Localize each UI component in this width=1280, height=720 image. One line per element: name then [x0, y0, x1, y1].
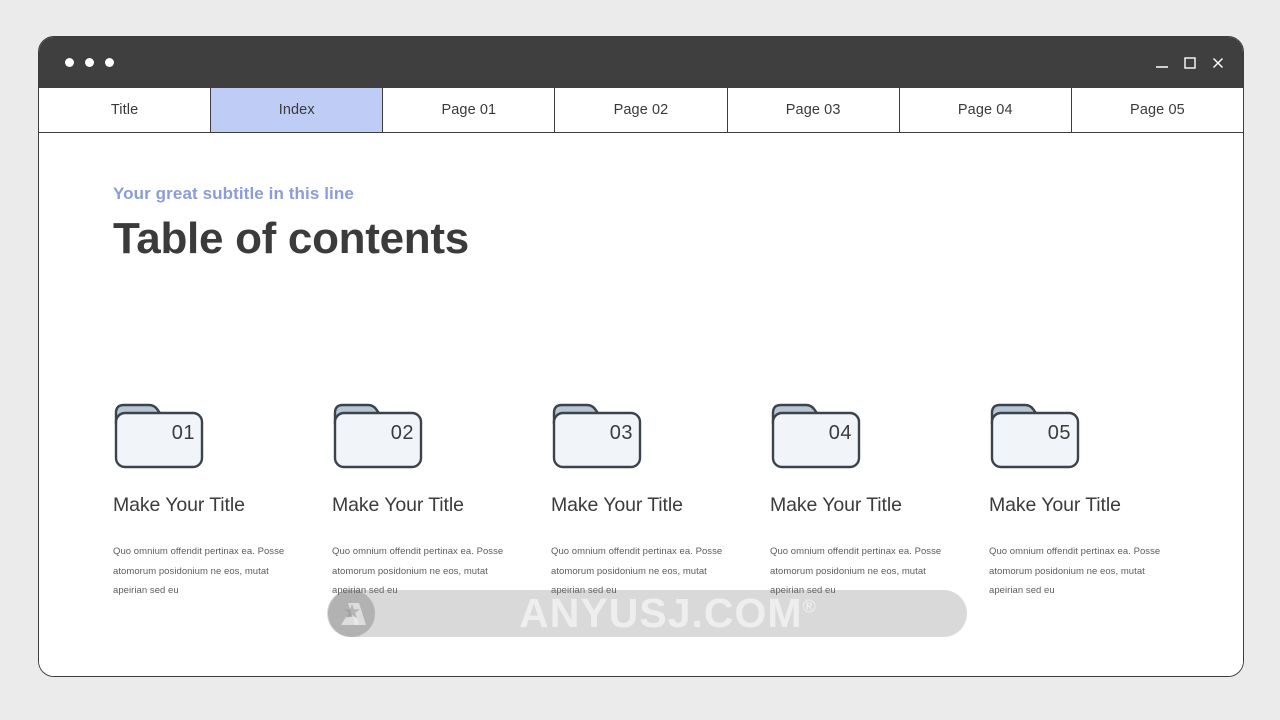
contents-item-04[interactable]: 04 Make Your Title Quo omnium offendit p… [770, 400, 989, 601]
item-body: Quo omnium offendit pertinax ea. Posse a… [332, 546, 504, 597]
window-controls [1153, 54, 1227, 72]
maximize-icon[interactable] [1181, 54, 1199, 72]
folder-icon: 01 [113, 400, 205, 471]
folder-icon: 02 [332, 400, 424, 471]
contents-item-03[interactable]: 03 Make Your Title Quo omnium offendit p… [551, 400, 770, 601]
traffic-dot-3-icon[interactable] [105, 58, 114, 67]
folder-icon: 05 [989, 400, 1081, 471]
item-title: Make Your Title [113, 494, 245, 516]
tab-page-05[interactable]: Page 05 [1071, 88, 1243, 132]
item-body: Quo omnium offendit pertinax ea. Posse a… [989, 546, 1161, 597]
page-title: Table of contents [113, 214, 469, 263]
folder-number: 01 [171, 422, 195, 444]
traffic-dot-2-icon[interactable] [85, 58, 94, 67]
traffic-light-dots [65, 58, 114, 67]
item-body: Quo omnium offendit pertinax ea. Posse a… [770, 546, 942, 597]
minimize-icon[interactable] [1153, 54, 1171, 72]
item-body: Quo omnium offendit pertinax ea. Posse a… [551, 546, 723, 597]
item-title: Make Your Title [770, 494, 902, 516]
slide-subtitle: Your great subtitle in this line [113, 184, 354, 203]
item-title: Make Your Title [332, 494, 464, 516]
close-icon[interactable] [1209, 54, 1227, 72]
folder-icon: 03 [551, 400, 643, 471]
slide-window: Title Index Page 01 Page 02 Page 03 Page… [38, 36, 1244, 677]
tab-page-03[interactable]: Page 03 [727, 88, 900, 132]
folder-number: 04 [828, 422, 852, 444]
item-body: Quo omnium offendit pertinax ea. Posse a… [113, 546, 285, 597]
tab-title[interactable]: Title [39, 88, 212, 132]
contents-item-01[interactable]: 01 Make Your Title Quo omnium offendit p… [113, 400, 332, 601]
window-titlebar [39, 37, 1243, 88]
tab-strip: Title Index Page 01 Page 02 Page 03 Page… [39, 88, 1243, 133]
contents-columns: 01 Make Your Title Quo omnium offendit p… [113, 400, 1173, 601]
traffic-dot-1-icon[interactable] [65, 58, 74, 67]
tab-page-04[interactable]: Page 04 [899, 88, 1072, 132]
tab-page-01[interactable]: Page 01 [383, 88, 556, 132]
item-title: Make Your Title [551, 494, 683, 516]
item-title: Make Your Title [989, 494, 1121, 516]
folder-number: 05 [1047, 422, 1071, 444]
tab-index[interactable]: Index [211, 88, 384, 132]
contents-item-02[interactable]: 02 Make Your Title Quo omnium offendit p… [332, 400, 551, 601]
contents-item-05[interactable]: 05 Make Your Title Quo omnium offendit p… [989, 400, 1208, 601]
slide-canvas: Your great subtitle in this line Table o… [39, 133, 1243, 676]
folder-icon: 04 [770, 400, 862, 471]
tab-page-02[interactable]: Page 02 [555, 88, 728, 132]
folder-number: 03 [609, 422, 633, 444]
folder-number: 02 [390, 422, 414, 444]
